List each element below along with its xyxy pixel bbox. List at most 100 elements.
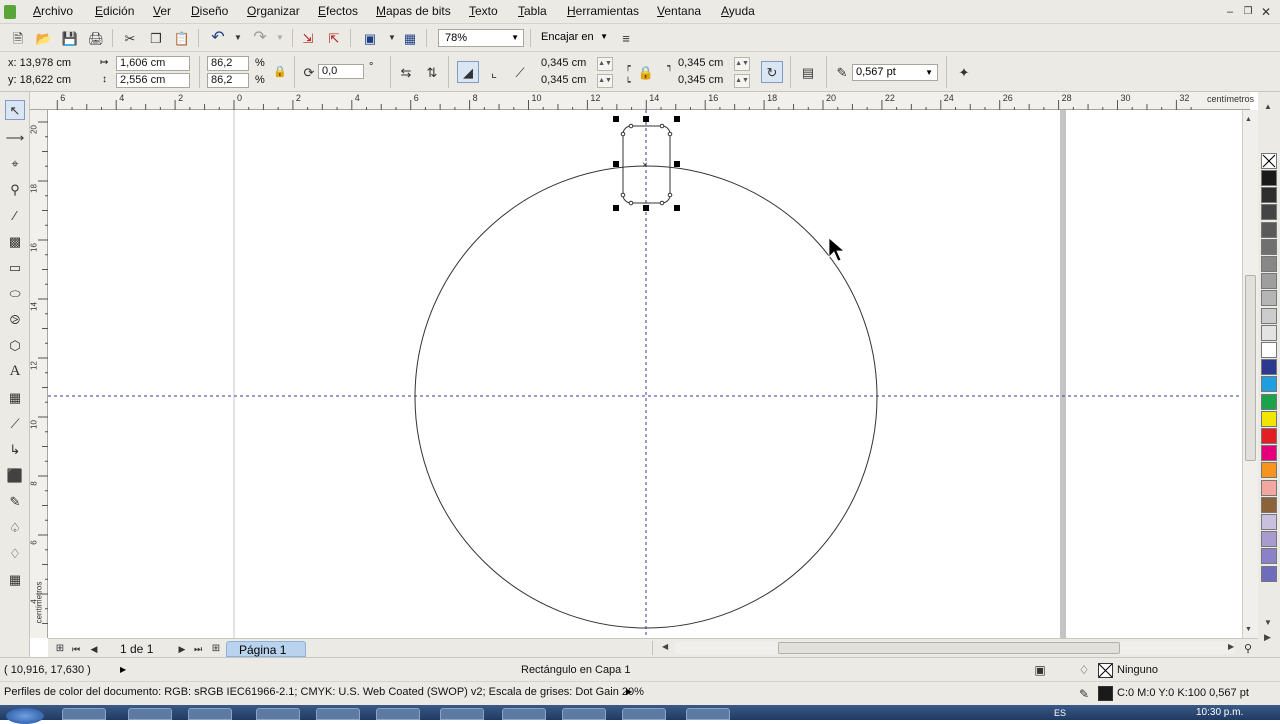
smart-fill-tool-icon[interactable]: ▩ [5, 231, 25, 251]
fill-tool-icon[interactable]: ♢ [5, 543, 25, 563]
snap-options-icon[interactable]: ≡ [616, 28, 636, 48]
color-swatch[interactable] [1261, 514, 1277, 530]
redo-dropdown-icon[interactable]: ▼ [270, 28, 290, 48]
taskbar-app-6[interactable] [376, 708, 420, 720]
outline-width-select[interactable]: 0,567 pt ▼ [852, 64, 938, 81]
undo-icon[interactable]: ↶ [208, 28, 228, 48]
mirror-vertical-icon[interactable]: ⇅ [422, 62, 442, 82]
taskbar-app-4[interactable] [256, 708, 300, 720]
extrude-tool-icon[interactable]: ⬛ [5, 465, 25, 485]
convert-to-curves-icon[interactable]: ✦ [954, 62, 974, 82]
wrap-text-icon[interactable]: ▤ [798, 62, 818, 82]
lock-ratio-icon[interactable]: 🔒 [270, 62, 290, 82]
spinner-icon[interactable]: ▲▼ [734, 57, 750, 71]
snap-to-dropdown[interactable]: Encajar en ▼ [538, 29, 612, 47]
color-swatch[interactable] [1261, 548, 1277, 565]
menu-mapas-de-bits[interactable]: Mapas de bits [376, 4, 451, 18]
cut-icon[interactable]: ✂ [120, 28, 140, 48]
menu-ayuda[interactable]: Ayuda [721, 4, 755, 18]
system-clock[interactable]: 10:30 p.m. [1196, 707, 1243, 718]
corner-bottom-right-field[interactable]: 0,345 cm [674, 73, 730, 88]
color-swatch[interactable] [1261, 462, 1277, 479]
pick-tool-icon[interactable]: ↖ [5, 100, 25, 120]
rectangle-tool-icon[interactable]: ▭ [5, 257, 25, 277]
freehand-tool-icon[interactable]: ∕ [5, 205, 25, 225]
spinner-icon[interactable]: ▲▼ [597, 74, 613, 88]
spiral-tool-icon[interactable]: ⧁ [5, 309, 25, 329]
paste-icon[interactable]: 📋 [172, 28, 192, 48]
relative-scaling-icon[interactable]: ↻ [761, 61, 783, 83]
menu-texto[interactable]: Texto [469, 4, 498, 18]
color-swatch[interactable] [1261, 479, 1277, 496]
open-folder-icon[interactable]: 📂 [34, 28, 54, 48]
corner-bottom-left-field[interactable]: 0,345 cm [537, 73, 593, 88]
zoom-select[interactable]: 78% ▼ [438, 29, 524, 47]
text-tool-icon[interactable]: A [5, 361, 25, 381]
ellipse-tool-icon[interactable]: ⬭ [5, 283, 25, 303]
drawing-canvas[interactable]: × [48, 110, 1242, 638]
basic-shapes-tool-icon[interactable]: ⬡ [5, 335, 25, 355]
menu-edicion[interactable]: Edición [95, 4, 134, 18]
menu-diseno[interactable]: Diseño [191, 4, 228, 18]
scroll-right-icon[interactable]: ▶ [1228, 642, 1234, 651]
minimize-icon[interactable]: – [1220, 2, 1240, 22]
no-color-swatch[interactable] [1261, 153, 1277, 169]
menu-herramientas[interactable]: Herramientas [567, 4, 639, 18]
crop-tool-icon[interactable]: ⌖ [5, 153, 25, 173]
add-page-after-icon[interactable]: ⊞ [206, 639, 226, 659]
mirror-horizontal-icon[interactable]: ⇆ [396, 62, 416, 82]
chamfered-corner-icon[interactable]: ⟋ [510, 62, 530, 82]
import-icon[interactable]: ⇲ [298, 28, 318, 48]
menu-ventana[interactable]: Ventana [657, 4, 701, 18]
color-swatch[interactable] [1261, 324, 1277, 341]
start-button-icon[interactable] [6, 708, 44, 724]
ruler-horizontal[interactable]: 6 4 2 0 2 4 6 8 10 12 14 16 18 20 22 24 26 28 30 32 centíme… [30, 92, 1254, 110]
ruler-vertical[interactable]: 20 18 16 14 12 10 8 6 4 centímetros [30, 110, 48, 638]
lock-corners-icon[interactable]: 🔒 [636, 62, 656, 82]
round-corner-icon[interactable]: ◢ [457, 61, 479, 83]
print-icon[interactable]: 🖨 [86, 28, 106, 48]
new-document-icon[interactable]: 🗎 [8, 28, 28, 48]
zoom-tool-icon[interactable]: ⚲ [5, 179, 25, 199]
position-x-field[interactable]: x: 13,978 cm [4, 56, 94, 71]
taskbar-app-3[interactable] [188, 708, 232, 720]
shape-tool-icon[interactable]: ⟶ [5, 127, 25, 147]
spinner-icon[interactable]: ▲▼ [597, 57, 613, 71]
color-swatch[interactable] [1261, 342, 1277, 358]
height-field[interactable]: 2,556 cm [116, 73, 190, 88]
restore-icon[interactable]: ❐ [1238, 2, 1258, 22]
color-swatch[interactable] [1261, 238, 1277, 255]
connector-tool-icon[interactable]: ↳ [5, 439, 25, 459]
undo-dropdown-icon[interactable]: ▼ [228, 28, 248, 48]
taskbar-app-10[interactable] [622, 708, 666, 720]
last-page-icon[interactable]: ⏭ [188, 639, 208, 659]
table-tool-icon[interactable]: ▦ [5, 387, 25, 407]
scroll-thumb-vertical[interactable] [1245, 275, 1256, 461]
spinner-icon[interactable]: ▲▼ [734, 74, 750, 88]
scroll-up-icon[interactable]: ▲ [1245, 116, 1252, 123]
welcome-screen-icon[interactable]: ▦ [400, 28, 420, 48]
taskbar-app-5[interactable] [316, 708, 360, 720]
close-icon[interactable]: ✕ [1256, 2, 1276, 22]
taskbar-app-1[interactable] [62, 708, 106, 720]
menu-ver[interactable]: Ver [153, 4, 171, 18]
tab-pagina-1[interactable]: Página 1 [226, 641, 306, 657]
color-swatch[interactable] [1261, 204, 1277, 221]
color-proof-icon[interactable]: ▣ [1030, 660, 1050, 680]
scale-x-field[interactable]: 86,2 [207, 56, 249, 71]
taskbar-app-7[interactable] [440, 708, 484, 720]
corner-top-left-field[interactable]: 0,345 cm [537, 56, 593, 71]
palette-scroll-down-icon[interactable]: ▼ [1264, 618, 1272, 627]
color-swatch[interactable] [1261, 256, 1277, 272]
eyedropper-tool-icon[interactable]: ✎ [5, 491, 25, 511]
palette-scroll-up-icon[interactable]: ▲ [1264, 102, 1272, 111]
scroll-thumb-horizontal[interactable] [778, 642, 1120, 654]
color-swatch[interactable] [1261, 410, 1277, 427]
navigator-icon[interactable]: ⚲ [1238, 639, 1258, 659]
scale-y-field[interactable]: 86,2 [207, 73, 249, 88]
color-swatch[interactable] [1261, 187, 1277, 204]
menu-efectos[interactable]: Efectos [318, 4, 358, 18]
color-swatch[interactable] [1261, 496, 1277, 513]
interactive-fill-tool-icon[interactable]: ▦ [5, 569, 25, 589]
color-swatch[interactable] [1261, 393, 1277, 410]
